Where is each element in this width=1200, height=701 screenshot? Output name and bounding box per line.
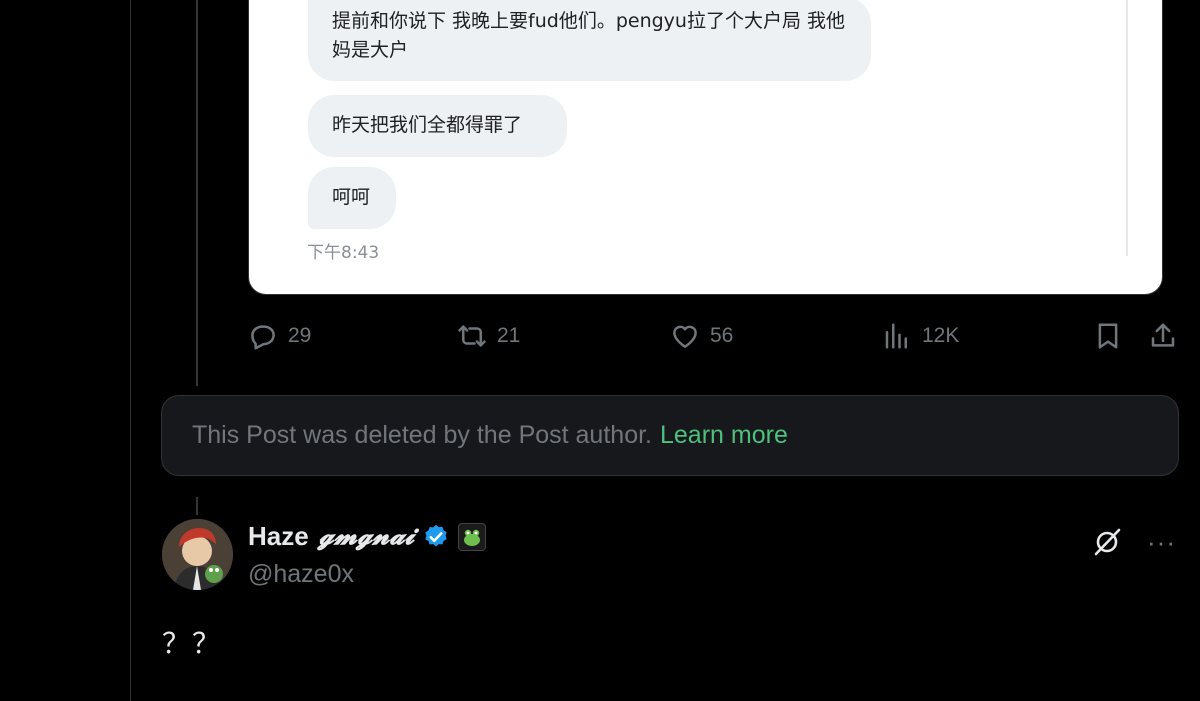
- avatar[interactable]: [162, 519, 233, 590]
- repost-count: 21: [497, 324, 521, 347]
- more-icon[interactable]: ···: [1147, 529, 1179, 555]
- tweet-text: ？？: [162, 628, 223, 659]
- avatar-image: [162, 519, 233, 590]
- views-icon: [885, 323, 907, 349]
- chat-bubble: 呵呵: [308, 167, 396, 229]
- thread-line: [196, 0, 198, 386]
- deleted-post-text: This Post was deleted by the Post author…: [192, 421, 652, 449]
- reply-button[interactable]: 29: [248, 318, 311, 354]
- thread-line-connector: [196, 497, 198, 515]
- chat-timestamp: 下午8:43: [307, 243, 380, 263]
- author-display-name: Haze: [248, 521, 309, 551]
- views-count: 12K: [922, 324, 960, 347]
- deleted-post-notice: This Post was deleted by the Post author…: [161, 395, 1179, 476]
- timeline: 提前和你说下 我晚上要fud他们。pengyu拉了个大户局 我他妈是大户 昨天把…: [0, 0, 1200, 701]
- like-button[interactable]: 56: [670, 318, 733, 354]
- share-icon: [1151, 323, 1175, 347]
- chat-bubble: 昨天把我们全都得罪了: [308, 95, 567, 157]
- column-divider: [130, 0, 131, 701]
- repost-button[interactable]: 21: [457, 318, 520, 354]
- author-name[interactable]: Haze 𝓰𝓶𝓰𝓷𝓪𝓲: [248, 521, 487, 552]
- media-scrollbar: [1126, 0, 1128, 256]
- reply-icon: [251, 325, 275, 350]
- chat-bubble: 提前和你说下 我晚上要fud他们。pengyu拉了个大户局 我他妈是大户: [308, 0, 871, 81]
- share-button[interactable]: [1148, 318, 1178, 354]
- learn-more-link[interactable]: Learn more: [660, 421, 788, 450]
- bookmark-icon: [1098, 323, 1118, 349]
- frog-badge-icon: [458, 522, 487, 551]
- verified-icon: [425, 524, 447, 546]
- views-button[interactable]: 12K: [882, 318, 959, 354]
- author-name-decoration: 𝓰𝓶𝓰𝓷𝓪𝓲: [318, 521, 415, 551]
- bookmark-button[interactable]: [1093, 318, 1123, 354]
- author-handle[interactable]: @haze0x: [248, 560, 354, 589]
- repost-icon: [458, 325, 486, 347]
- grok-icon[interactable]: [1091, 526, 1123, 558]
- like-count: 56: [710, 324, 734, 347]
- reply-count: 29: [288, 324, 312, 347]
- post-media-image[interactable]: 提前和你说下 我晚上要fud他们。pengyu拉了个大户局 我他妈是大户 昨天把…: [248, 0, 1163, 295]
- like-icon: [673, 325, 697, 348]
